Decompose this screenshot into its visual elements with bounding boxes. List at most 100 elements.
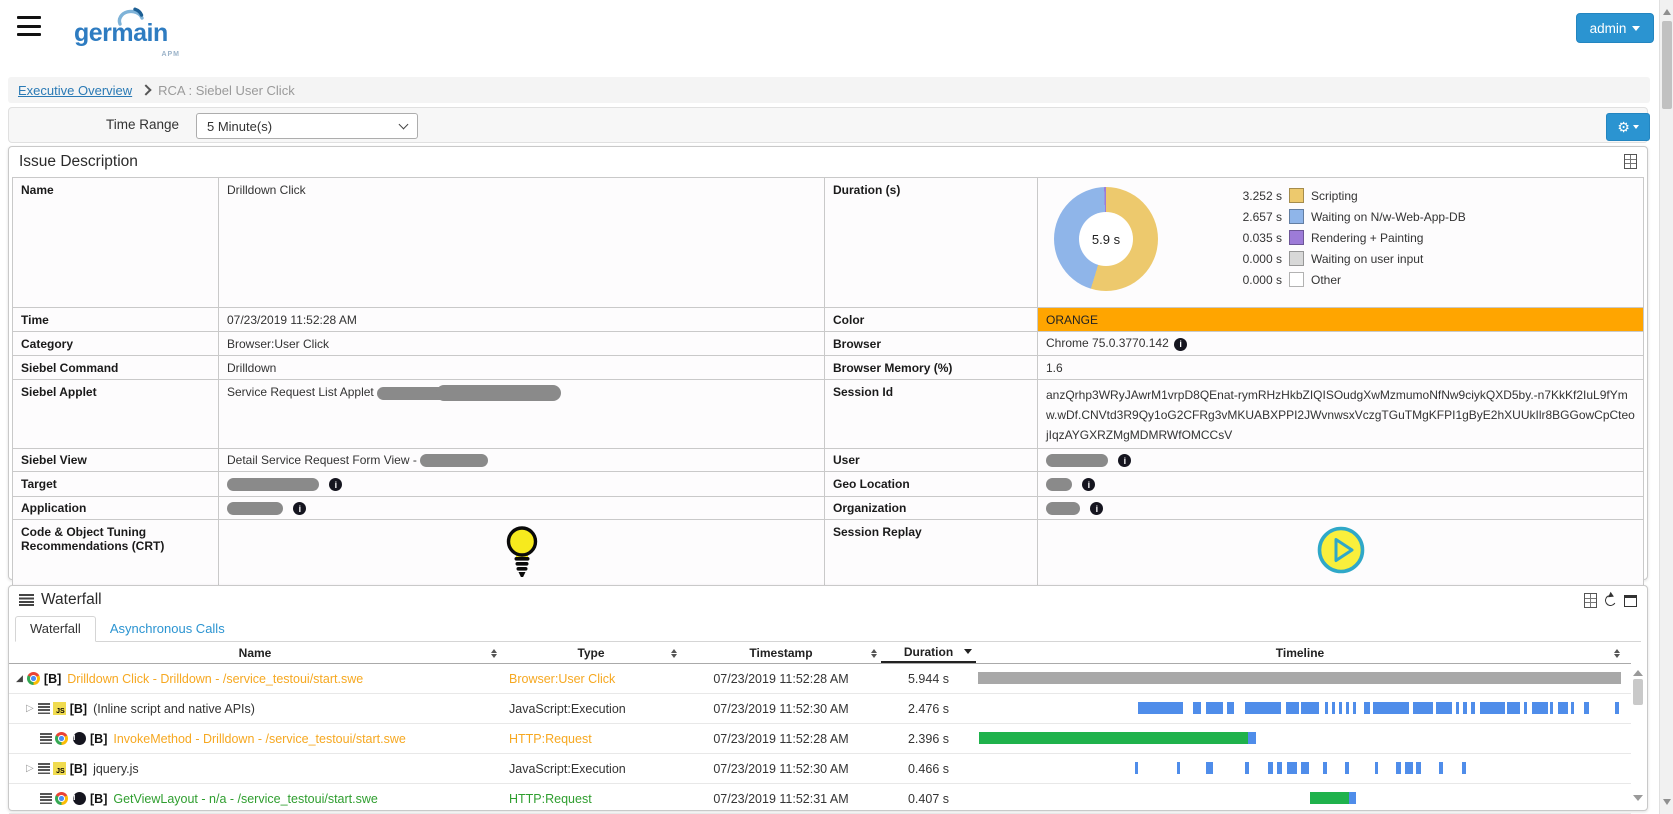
scroll-down-icon[interactable]: [1633, 795, 1643, 806]
row-duration: 5.944 s: [881, 672, 976, 686]
info-icon[interactable]: i: [1118, 454, 1131, 467]
timeline-bar: [1193, 702, 1201, 714]
timeline-bar: [1375, 762, 1379, 774]
scroll-up-icon[interactable]: [1633, 665, 1643, 676]
waterfall-scrollbar[interactable]: [1632, 665, 1644, 806]
timeline-bar: [1277, 762, 1282, 774]
timeline-bar: [1456, 702, 1460, 714]
info-icon[interactable]: i: [293, 502, 306, 515]
browser-badge: [B]: [44, 672, 61, 686]
scrollbar-thumb[interactable]: [1662, 21, 1672, 109]
chevron-down-icon: [1633, 125, 1639, 132]
column-header-timeline[interactable]: Timeline: [976, 642, 1624, 663]
timeline-bar: [1227, 702, 1233, 714]
column-header-timestamp[interactable]: Timestamp: [681, 642, 881, 663]
row-timeline: [976, 694, 1624, 723]
export-icon[interactable]: [1584, 593, 1597, 608]
legend-swatch: [1289, 188, 1304, 203]
info-icon[interactable]: i: [73, 732, 86, 745]
chrome-icon: [55, 792, 68, 805]
info-icon[interactable]: i: [73, 792, 86, 805]
scrollbar-thumb[interactable]: [1633, 679, 1643, 705]
refresh-icon[interactable]: [1604, 594, 1617, 607]
field-value-name: Drilldown Click: [219, 178, 825, 308]
waterfall-table-header: Name Type Timestamp Duration Timeline: [9, 642, 1631, 664]
row-name-link[interactable]: Drilldown Click - Drilldown - /service_t…: [67, 672, 363, 686]
info-icon[interactable]: i: [1082, 478, 1095, 491]
row-type: JavaScript:Execution: [501, 702, 681, 716]
legend-swatch: [1289, 230, 1304, 245]
redacted-text: [227, 478, 319, 491]
lightbulb-icon[interactable]: [503, 525, 541, 580]
legend-label: Scripting: [1311, 189, 1358, 203]
info-icon[interactable]: i: [1174, 338, 1187, 351]
redacted-text: [1046, 502, 1080, 515]
timeline-bar: [1339, 702, 1342, 714]
table-row: ◢ [B] Drilldown Click - Drilldown - /ser…: [9, 664, 1631, 694]
page-scrollbar[interactable]: [1659, 0, 1673, 814]
expand-caret-icon[interactable]: ◢: [16, 673, 23, 684]
row-name-link[interactable]: GetViewLayout - n/a - /service_testoui/s…: [113, 792, 377, 806]
info-icon[interactable]: i: [1090, 502, 1103, 515]
row-name-link[interactable]: jquery.js: [93, 762, 139, 776]
germain-logo[interactable]: germain APM: [74, 12, 184, 54]
expand-caret-icon[interactable]: ▷: [26, 763, 34, 774]
timeline-bar: [1345, 762, 1349, 774]
timeline-bar: [1287, 762, 1297, 774]
row-type: Browser:User Click: [501, 672, 681, 686]
scroll-up-icon[interactable]: [1663, 5, 1671, 15]
row-type: HTTP:Request: [501, 792, 681, 806]
field-label-target: Target: [13, 472, 219, 497]
field-value-geo-location: i: [1038, 472, 1644, 497]
table-row: ▷ JS [B] (Inline script and native APIs)…: [9, 694, 1631, 724]
timeline-bar: [1463, 702, 1467, 714]
sort-descending-icon: [964, 649, 972, 658]
legend-value: 0.035 s: [1190, 231, 1282, 245]
field-value-organization: i: [1038, 497, 1644, 520]
timeline-bar: [1571, 702, 1574, 714]
expand-caret-icon[interactable]: ▷: [26, 703, 34, 714]
table-row: i [B] InvokeMethod - Drilldown - /servic…: [9, 724, 1631, 754]
redacted-text: [1046, 478, 1072, 491]
field-value-session-id: anzQrhp3WRyJAwrM1vrpD8QEnat-rymRHzHkbZIQ…: [1038, 380, 1644, 449]
scroll-down-icon[interactable]: [1663, 799, 1671, 809]
timeline-bar: [979, 732, 1249, 744]
tab-waterfall[interactable]: Waterfall: [15, 616, 96, 642]
timeline-bar: [1206, 702, 1223, 714]
row-name-link[interactable]: InvokeMethod - Drilldown - /service_test…: [113, 732, 405, 746]
time-range-select[interactable]: 5 Minute(s): [196, 113, 418, 139]
row-name-cell: ▷ JS [B] (Inline script and native APIs): [9, 702, 501, 716]
admin-menu-button[interactable]: admin: [1576, 13, 1654, 43]
list-icon: [38, 703, 50, 714]
issue-description-panel: Issue Description Name Drilldown Click D…: [8, 146, 1648, 580]
info-icon[interactable]: i: [329, 478, 342, 491]
play-icon[interactable]: [1316, 525, 1366, 575]
row-timestamp: 07/23/2019 11:52:31 AM: [681, 792, 881, 806]
maximize-icon[interactable]: [1624, 595, 1637, 607]
hamburger-menu-icon[interactable]: [17, 16, 41, 36]
field-value-siebel-applet: Service Request List Applet: [219, 380, 825, 449]
field-value-siebel-command: Drilldown: [219, 356, 825, 380]
timeline-bar: [1353, 702, 1356, 714]
breadcrumb-link-executive-overview[interactable]: Executive Overview: [18, 83, 132, 98]
export-icon[interactable]: [1624, 154, 1637, 169]
waterfall-panel-title: Waterfall: [19, 591, 102, 609]
gear-icon: ⚙: [1617, 119, 1630, 136]
settings-button[interactable]: ⚙: [1606, 113, 1650, 141]
redacted-text: [436, 385, 561, 401]
table-row: ▷ JS [B] jquery.js JavaScript:Execution …: [9, 754, 1631, 784]
column-header-duration[interactable]: Duration: [881, 642, 976, 663]
chevron-down-icon: [1632, 26, 1640, 35]
chrome-icon: [27, 672, 40, 685]
column-header-type[interactable]: Type: [501, 642, 681, 663]
donut-center-label: 5.9 s: [1054, 187, 1158, 291]
row-timeline: [976, 754, 1624, 783]
column-header-name[interactable]: Name: [9, 642, 501, 663]
tab-asynchronous-calls[interactable]: Asynchronous Calls: [96, 617, 239, 641]
redacted-text: [1046, 454, 1108, 467]
legend-value: 0.000 s: [1190, 273, 1282, 287]
timeline-bar: [1405, 762, 1413, 774]
waterfall-tabs: Waterfall Asynchronous Calls: [15, 614, 1641, 642]
row-name-link[interactable]: (Inline script and native APIs): [93, 702, 255, 716]
row-timestamp: 07/23/2019 11:52:30 AM: [681, 762, 881, 776]
